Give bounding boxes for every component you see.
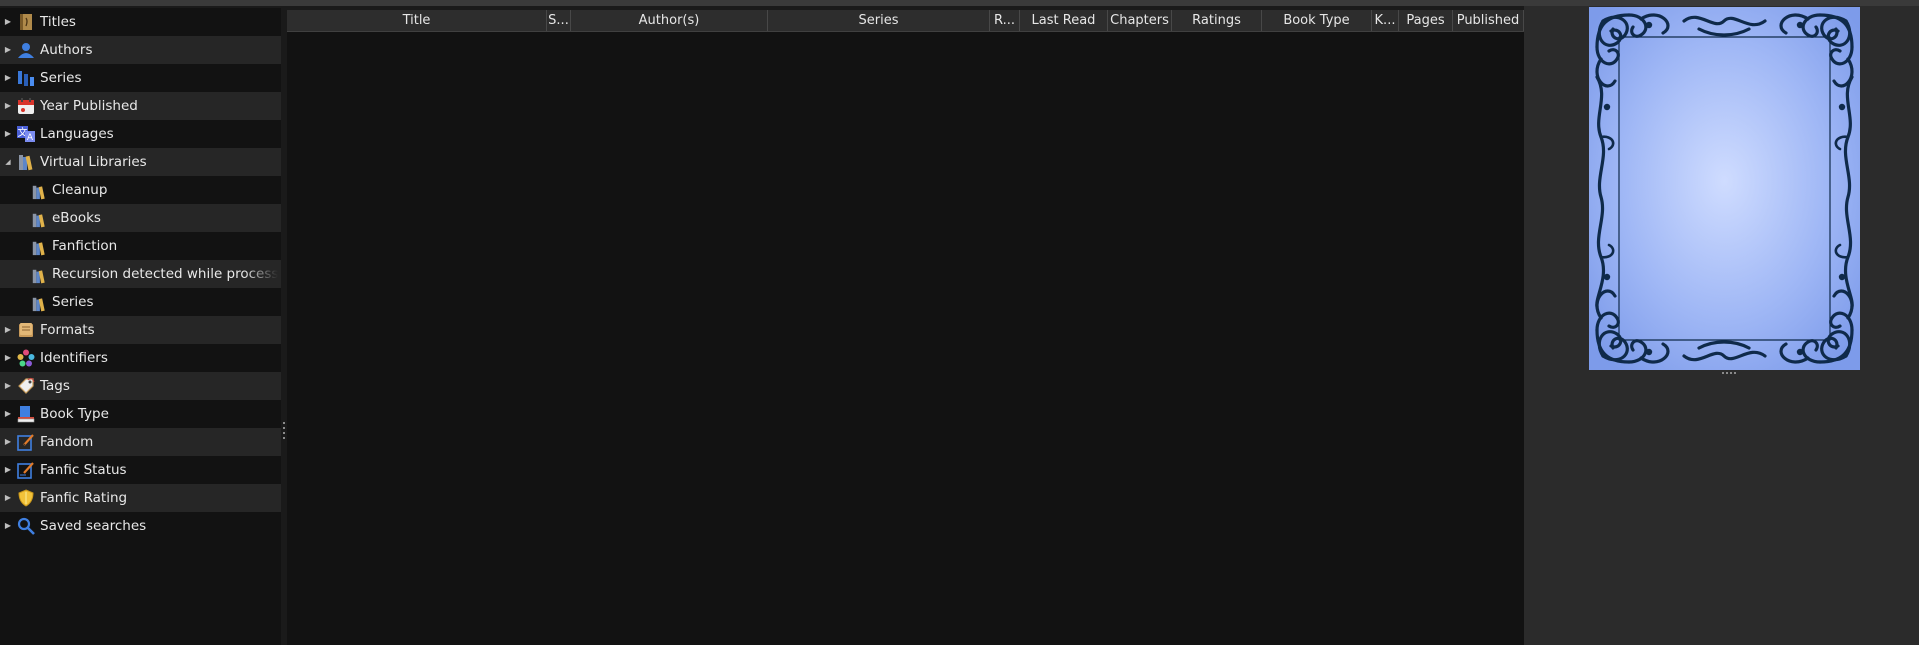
virtual-library-icon (31, 294, 47, 312)
expand-arrow-closed-icon[interactable]: ▶ (3, 484, 13, 512)
svg-text:A: A (27, 133, 34, 143)
tag-category-fanfic-rating[interactable]: ▶ Fanfic Rating (0, 484, 282, 512)
tag-browser-label: Identifiers (40, 350, 108, 366)
tag-browser-label: eBooks (52, 210, 101, 226)
tag-category-identifiers[interactable]: ▶ Identifiers (0, 344, 282, 372)
tag-category-virtual-libraries[interactable]: ◢ Virtual Libraries (0, 148, 282, 176)
tag-browser-label: Titles (40, 14, 76, 30)
tag-browser-label: Formats (40, 322, 95, 338)
tag-category-book-type[interactable]: ▶ Book Type (0, 400, 282, 428)
expand-arrow-closed-icon[interactable]: ▶ (3, 344, 13, 372)
book-type-icon (17, 405, 35, 423)
expand-arrow-closed-icon[interactable]: ▶ (3, 120, 13, 148)
virtual-library-item-fanfiction[interactable]: Fanfiction (0, 232, 282, 260)
tag-category-formats[interactable]: ▶ Formats (0, 316, 282, 344)
column-header-k[interactable]: K... (1372, 10, 1399, 31)
shield-icon (17, 489, 35, 507)
tag-category-saved-searches[interactable]: ▶ Saved searches (0, 512, 282, 540)
tag-browser-label: Tags (40, 378, 70, 394)
book-list-header: Title S... Author(s) Series R... Last Read Cha… (287, 10, 1524, 32)
column-header-ratings[interactable]: Ratings (1172, 10, 1262, 31)
virtual-library-item-ebooks[interactable]: eBooks (0, 204, 282, 232)
calendar-icon (17, 97, 35, 115)
tag-browser-label: Languages (40, 126, 114, 142)
column-header-author-s[interactable]: Author(s) (571, 10, 768, 31)
virtual-library-item-recursion-detected-while-processing[interactable]: Recursion detected while processing (0, 260, 282, 288)
book-list[interactable]: Title S... Author(s) Series R... Last Read Cha… (287, 10, 1524, 645)
expand-arrow-closed-icon[interactable]: ▶ (3, 372, 13, 400)
tag-browser-label: Cleanup (52, 182, 108, 198)
column-header-last-read[interactable]: Last Read (1020, 10, 1108, 31)
tag-category-titles[interactable]: ▶ Titles (0, 8, 282, 36)
tag-category-fanfic-status[interactable]: ▶ Fanfic Status (0, 456, 282, 484)
authors-icon (17, 41, 35, 59)
column-header-published[interactable]: Published (1453, 10, 1524, 31)
tag-browser-label: Fanfic Status (40, 462, 127, 478)
tag-category-languages[interactable]: ▶ 文 A Languages (0, 120, 282, 148)
tag-category-tags[interactable]: ▶ Tags (0, 372, 282, 400)
expand-arrow-closed-icon[interactable]: ▶ (3, 36, 13, 64)
column-header-book-type[interactable]: Book Type (1262, 10, 1372, 31)
tag-browser-label: Recursion detected while processing (52, 266, 278, 282)
tag-browser-label: Fanfic Rating (40, 490, 128, 506)
expand-arrow-open-icon[interactable]: ◢ (3, 148, 13, 176)
expand-arrow-closed-icon[interactable]: ▶ (3, 428, 13, 456)
tag-browser-label: Authors (40, 42, 93, 58)
book-cover-image[interactable] (1589, 7, 1860, 370)
virtual-library-icon (31, 210, 47, 228)
tag-browser-label: Fanfiction (52, 238, 118, 254)
virtual-library-icon (31, 182, 47, 200)
calibre-main-window: ▶ Titles ▶ Authors ▶ Series ▶ Year Published ▶ 文 A… (0, 0, 1919, 645)
fandom-icon (17, 433, 35, 451)
tag-browser-label: Fandom (40, 434, 94, 450)
virtual-library-item-series[interactable]: Series (0, 288, 282, 316)
column-header-title[interactable]: Title (287, 10, 547, 31)
fanfic-status-icon (17, 461, 35, 479)
virtual-library-icon (31, 238, 47, 256)
column-header-chapters[interactable]: Chapters (1108, 10, 1172, 31)
tag-category-series[interactable]: ▶ Series (0, 64, 282, 92)
expand-arrow-closed-icon[interactable]: ▶ (3, 64, 13, 92)
formats-icon (17, 321, 35, 339)
tag-browser-label: Book Type (40, 406, 109, 422)
tag-browser-label: Series (52, 294, 94, 310)
column-header-r[interactable]: R... (990, 10, 1020, 31)
tag-browser-label: Year Published (40, 98, 138, 114)
virtual-library-icon (31, 266, 47, 284)
expand-arrow-closed-icon[interactable]: ▶ (3, 456, 13, 484)
series-icon (17, 69, 35, 87)
expand-arrow-closed-icon[interactable]: ▶ (3, 8, 13, 36)
tag-category-year-published[interactable]: ▶ Year Published (0, 92, 282, 120)
virtual-library-icon (17, 153, 35, 171)
expand-arrow-closed-icon[interactable]: ▶ (3, 92, 13, 120)
titles-icon (17, 13, 35, 31)
languages-icon: 文A (17, 125, 35, 143)
column-header-series[interactable]: Series (768, 10, 990, 31)
expand-arrow-closed-icon[interactable]: ▶ (3, 316, 13, 344)
column-header-s[interactable]: S... (547, 10, 571, 31)
search-icon (17, 517, 35, 535)
expand-arrow-closed-icon[interactable]: ▶ (3, 512, 13, 540)
tag-category-authors[interactable]: ▶ Authors (0, 36, 282, 64)
expand-arrow-closed-icon[interactable]: ▶ (3, 400, 13, 428)
identifiers-icon (17, 349, 35, 367)
tag-browser: ▶ Titles ▶ Authors ▶ Series ▶ Year Published ▶ 文 A… (0, 8, 282, 645)
tags-icon (17, 377, 35, 395)
virtual-library-item-cleanup[interactable]: Cleanup (0, 176, 282, 204)
column-header-pages[interactable]: Pages (1399, 10, 1453, 31)
tag-category-fandom[interactable]: ▶ Fandom (0, 428, 282, 456)
tag-browser-label: Series (40, 70, 82, 86)
tag-browser-label: Saved searches (40, 518, 147, 534)
tag-browser-label: Virtual Libraries (40, 154, 147, 170)
